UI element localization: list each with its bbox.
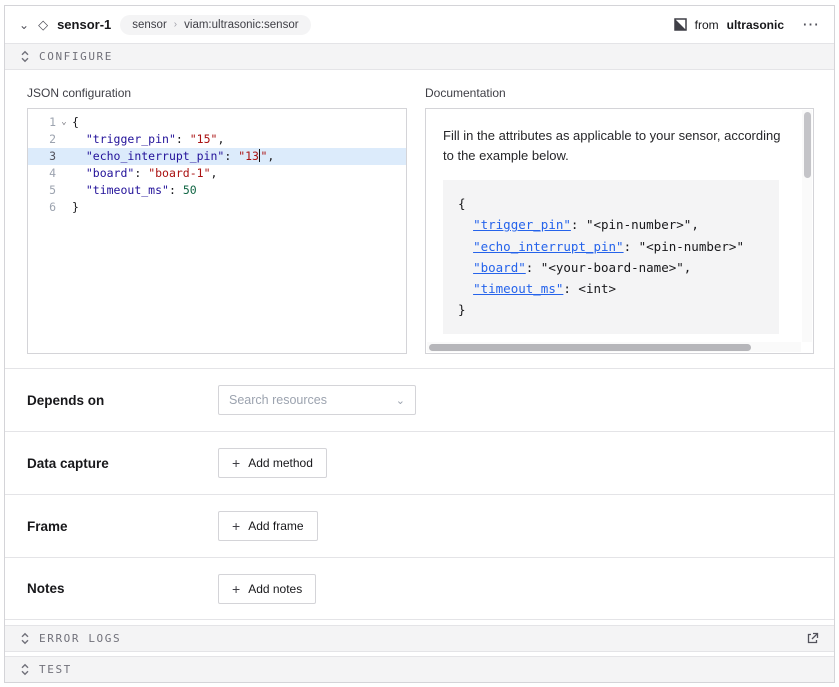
test-section-title: TEST xyxy=(39,663,72,676)
notes-label: Notes xyxy=(27,581,218,596)
data-capture-row: Data capture + Add method xyxy=(5,431,834,494)
documentation-intro: Fill in the attributes as applicable to … xyxy=(443,126,787,165)
doc-vertical-scrollbar[interactable] xyxy=(802,110,812,342)
json-configuration-label: JSON configuration xyxy=(27,86,407,100)
add-notes-button-label: Add notes xyxy=(248,582,302,596)
external-link-icon[interactable] xyxy=(806,632,819,645)
editor-line: 2 "trigger_pin": "15", xyxy=(28,131,406,148)
resource-card: ⌄ ◇ sensor-1 sensor › viam:ultrasonic:se… xyxy=(4,5,835,683)
frame-label: Frame xyxy=(27,519,218,534)
plus-icon: + xyxy=(232,582,240,596)
configure-section-header[interactable]: CONFIGURE xyxy=(5,43,834,70)
error-logs-section-header[interactable]: ERROR LOGS xyxy=(5,625,834,652)
doc-horizontal-scrollbar-thumb[interactable] xyxy=(429,344,751,351)
add-frame-button-label: Add frame xyxy=(248,519,303,533)
module-from-prefix: from xyxy=(695,18,719,32)
collapse-chevron-icon[interactable]: ⌄ xyxy=(19,19,29,31)
depends-on-label: Depends on xyxy=(27,393,218,408)
chevron-down-icon: ⌄ xyxy=(396,394,405,407)
configure-section-title: CONFIGURE xyxy=(39,50,113,63)
collapse-updown-icon xyxy=(20,50,30,63)
test-section-header[interactable]: TEST xyxy=(5,656,834,683)
depends-on-select[interactable]: Search resources ⌄ xyxy=(218,385,416,415)
depends-on-row: Depends on Search resources ⌄ xyxy=(5,368,834,431)
plus-icon: + xyxy=(232,519,240,533)
resource-type-label: sensor xyxy=(132,19,167,31)
doc-horizontal-scrollbar[interactable] xyxy=(427,342,801,352)
collapse-updown-icon xyxy=(20,663,30,676)
plus-icon: + xyxy=(232,456,240,470)
documentation-panel: Fill in the attributes as applicable to … xyxy=(425,108,814,354)
add-frame-button[interactable]: + Add frame xyxy=(218,511,318,541)
editor-line: 3 "echo_interrupt_pin": "13", xyxy=(28,148,406,165)
editor-line: 6} xyxy=(28,199,406,216)
notes-row: Notes + Add notes xyxy=(5,557,834,620)
documentation-label: Documentation xyxy=(425,86,814,100)
fold-chevron-icon[interactable]: ⌄ xyxy=(56,114,72,131)
doc-vertical-scrollbar-thumb[interactable] xyxy=(804,112,811,178)
editor-line: 5 "timeout_ms": 50 xyxy=(28,182,406,199)
module-name-link[interactable]: ultrasonic xyxy=(727,18,784,32)
breadcrumb-separator-icon: › xyxy=(174,19,177,30)
depends-on-placeholder: Search resources xyxy=(229,393,327,407)
frame-row: Frame + Add frame xyxy=(5,494,834,557)
configure-body: JSON configuration 1⌄{2 "trigger_pin": "… xyxy=(5,70,834,368)
editor-line: 1⌄{ xyxy=(28,114,406,131)
resource-name: sensor-1 xyxy=(57,17,111,32)
add-method-button[interactable]: + Add method xyxy=(218,448,327,478)
doc-code: { "trigger_pin": "<pin-number>", "echo_i… xyxy=(443,180,779,334)
add-notes-button[interactable]: + Add notes xyxy=(218,574,316,604)
add-method-button-label: Add method xyxy=(248,456,313,470)
data-capture-label: Data capture xyxy=(27,456,218,471)
editor-line: 4 "board": "board-1", xyxy=(28,165,406,182)
sensor-diamond-icon: ◇ xyxy=(38,18,48,31)
resource-header: ⌄ ◇ sensor-1 sensor › viam:ultrasonic:se… xyxy=(5,6,834,43)
resource-model-label: viam:ultrasonic:sensor xyxy=(184,19,298,31)
module-icon xyxy=(674,18,687,31)
more-menu-button[interactable]: ⋯ xyxy=(802,15,820,35)
error-logs-section-title: ERROR LOGS xyxy=(39,632,121,645)
resource-breadcrumb-pill: sensor › viam:ultrasonic:sensor xyxy=(120,15,310,35)
collapse-updown-icon xyxy=(20,632,30,645)
json-editor[interactable]: 1⌄{2 "trigger_pin": "15",3 "echo_interru… xyxy=(27,108,407,354)
